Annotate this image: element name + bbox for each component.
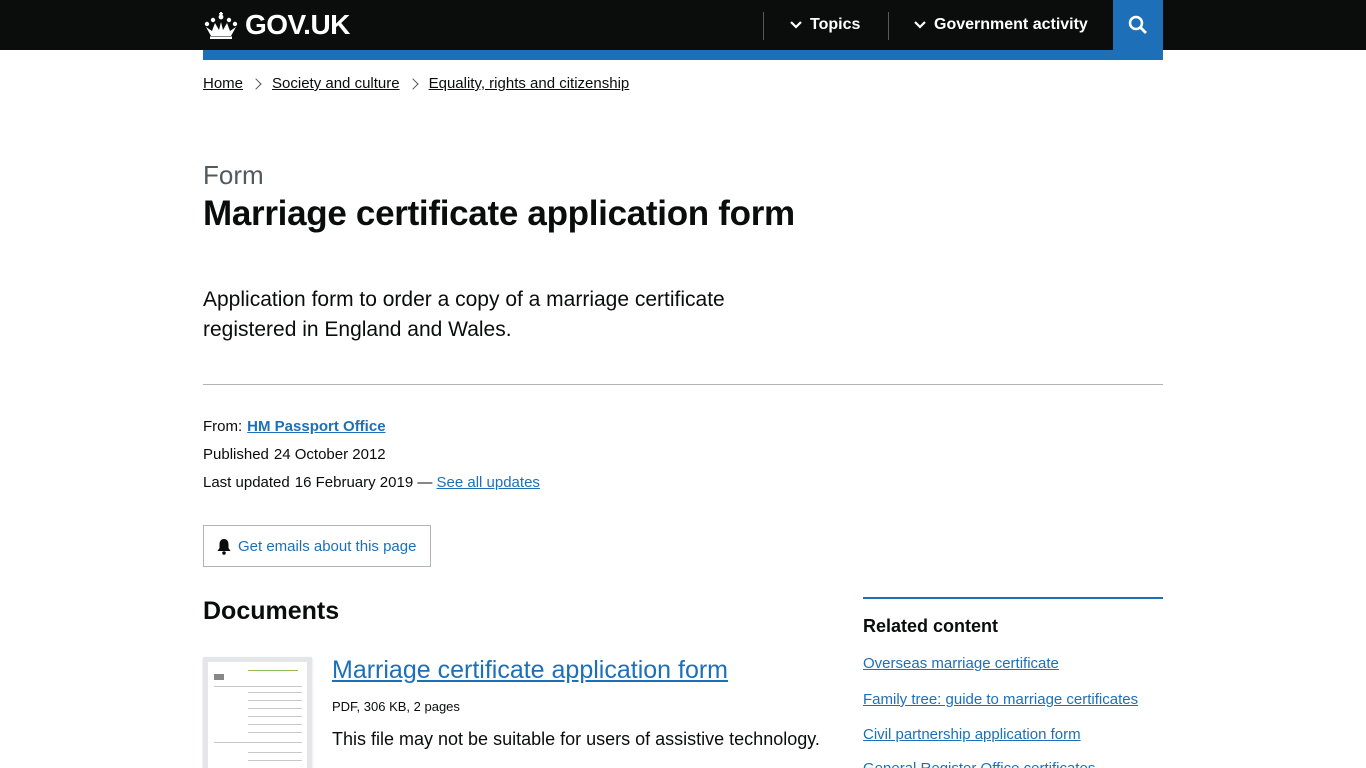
meta-published-date: 24 October 2012 [273, 446, 386, 463]
meta-updated: Last updated 16 February 2019 — See all u… [203, 474, 540, 491]
chevron-right-icon [250, 77, 262, 90]
related-link-overseas-marriage-certificate[interactable]: Overseas marriage certificate [863, 655, 1059, 672]
related-link-family-tree-guide[interactable]: Family tree: guide to marriage certifica… [863, 691, 1138, 708]
nav-government-activity-label: Government activity [934, 16, 1088, 33]
search-button[interactable] [1113, 0, 1163, 50]
page-caption: Form [203, 160, 264, 190]
chevron-down-icon [790, 21, 802, 29]
nav-topics-label: Topics [810, 16, 861, 33]
breadcrumb-home[interactable]: Home [203, 75, 243, 92]
related-content-border [863, 597, 1163, 599]
site-header: GOV.UK Topics Government activity [0, 0, 1366, 50]
related-content-heading: Related content [863, 616, 999, 636]
org-link-hm-passport-office[interactable]: HM Passport Office [247, 418, 385, 435]
related-link-civil-partnership-form[interactable]: Civil partnership application form [863, 726, 1081, 743]
meta-from: From: HM Passport Office [203, 418, 386, 435]
get-emails-button[interactable]: Get emails about this page [203, 525, 431, 567]
bell-icon [217, 538, 231, 555]
chevron-right-icon [406, 77, 419, 90]
header-blue-bar [203, 50, 1163, 60]
logo-text: GOV.UK [245, 9, 350, 40]
document-meta: PDF, 306 KB, 2 pages [332, 699, 460, 714]
meta-published: Published 24 October 2012 [203, 446, 386, 463]
meta-from-label: From: [203, 418, 243, 435]
document-accessibility-note: This file may not be suitable for users … [332, 729, 820, 749]
search-icon [1128, 15, 1147, 34]
breadcrumb-equality-rights[interactable]: Equality, rights and citizenship [429, 75, 630, 92]
nav-divider [888, 12, 889, 40]
govuk-logo-link[interactable]: GOV.UK [203, 9, 350, 40]
get-emails-label: Get emails about this page [238, 537, 417, 555]
chevron-down-icon [914, 21, 926, 29]
crown-icon [204, 11, 238, 39]
related-link-general-register-office[interactable]: General Register Office certificates [863, 760, 1095, 768]
meta-updated-date: 16 February 2019 — [294, 474, 433, 491]
document-thumbnail[interactable] [203, 657, 312, 768]
document-title-link[interactable]: Marriage certificate application form [332, 656, 728, 685]
meta-published-label: Published [203, 446, 269, 463]
breadcrumb-society-and-culture[interactable]: Society and culture [272, 75, 400, 92]
nav-topics-button[interactable]: Topics [789, 0, 860, 50]
nav-government-activity-button[interactable]: Government activity [913, 0, 1088, 50]
page-lead: Application form to order a copy of a ma… [203, 288, 725, 341]
section-divider [203, 384, 1163, 385]
documents-heading: Documents [203, 597, 340, 625]
breadcrumb: Home Society and culture Equality, right… [203, 75, 629, 92]
page-title: Marriage certificate application form [203, 194, 795, 233]
meta-updated-label: Last updated [203, 474, 290, 491]
see-all-updates-link[interactable]: See all updates [437, 474, 540, 491]
nav-divider [763, 12, 764, 40]
